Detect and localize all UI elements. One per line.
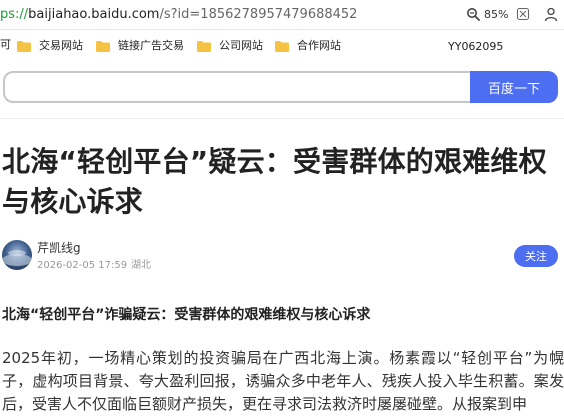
bookmark-label: 公司网站: [219, 39, 263, 52]
url-scheme: ps://: [0, 7, 29, 22]
search-bar: 百度一下: [3, 71, 558, 103]
author-name[interactable]: 芹凯线g: [37, 241, 81, 255]
bookmark-label: 交易网站: [39, 39, 83, 52]
avatar-image-icon: [2, 240, 32, 270]
search-input[interactable]: [3, 71, 471, 103]
zoom-level[interactable]: 85%: [484, 7, 508, 23]
publish-date: 2026-02-05 17:59: [37, 260, 128, 271]
bookmark-trade-sites[interactable]: 交易网站: [17, 38, 83, 54]
zoom-icon[interactable]: [466, 7, 480, 21]
folder-icon: [96, 40, 110, 52]
bookmark-partner-site[interactable]: 合作网站: [275, 38, 341, 54]
folder-icon: [197, 40, 211, 52]
extension-icon[interactable]: [516, 7, 530, 21]
bookmark-company-site[interactable]: 公司网站: [197, 38, 263, 54]
folder-icon: [17, 40, 31, 52]
author-avatar[interactable]: [2, 240, 32, 270]
url-text[interactable]: ps://baijiahao.baidu.com/s?id=1856278957…: [0, 6, 357, 24]
article-title: 北海“轻创平台”疑云：受害群体的艰难维权与核心诉求: [2, 145, 547, 218]
article-paragraph: 2025年初，一场精心策划的投资骗局在广西北海上演。杨素霞以“轻创平台”为幌子，…: [2, 349, 564, 413]
address-bar[interactable]: ps://baijiahao.baidu.com/s?id=1856278957…: [0, 0, 564, 30]
bookmark-code-text: YY062095: [448, 40, 504, 53]
bookmark-link-ads[interactable]: 链接广告交易: [96, 38, 184, 54]
article-subheading: 北海“轻创平台”诈骗疑云：受害群体的艰难维权与核心诉求: [2, 307, 371, 323]
header-divider: [0, 118, 564, 119]
follow-button[interactable]: 关注: [514, 245, 558, 267]
publish-location: 湖北: [131, 260, 151, 271]
bookmark-label: 合作网站: [297, 39, 341, 52]
url-host: baijiahao.baidu.com: [28, 7, 160, 22]
bookmark-cut-label[interactable]: 可: [0, 38, 11, 52]
bookmark-label: 链接广告交易: [118, 39, 184, 52]
search-button[interactable]: 百度一下: [470, 71, 558, 103]
folder-icon: [275, 40, 289, 52]
url-path: /s?id=1856278957479688452: [159, 7, 358, 22]
user-icon[interactable]: [543, 6, 559, 22]
